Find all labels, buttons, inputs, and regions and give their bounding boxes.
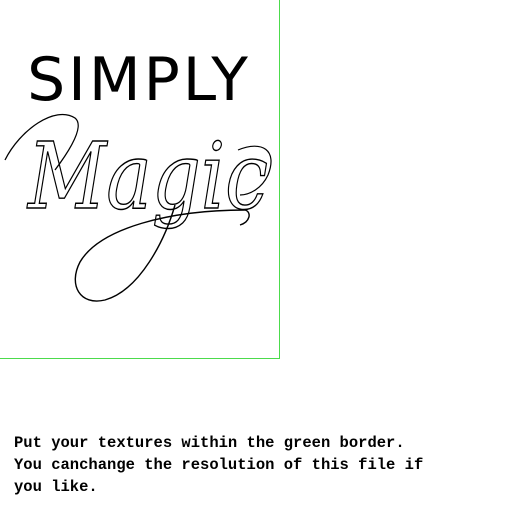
instructions-line-2: You canchange the resolution of this fil… bbox=[14, 456, 424, 474]
canvas: SIMPLY Magic Put your textures within th… bbox=[0, 0, 512, 512]
logo-word-simply: SIMPLY bbox=[27, 45, 251, 115]
instructions-line-1: Put your textures within the green borde… bbox=[14, 434, 405, 452]
instructions-line-3: you like. bbox=[14, 478, 98, 496]
instructions-text: Put your textures within the green borde… bbox=[14, 432, 504, 498]
logo-word-magic: Magic bbox=[26, 123, 268, 230]
simply-magic-logo: SIMPLY Magic bbox=[4, 45, 272, 302]
texture-area-green-border: SIMPLY Magic bbox=[0, 0, 280, 359]
